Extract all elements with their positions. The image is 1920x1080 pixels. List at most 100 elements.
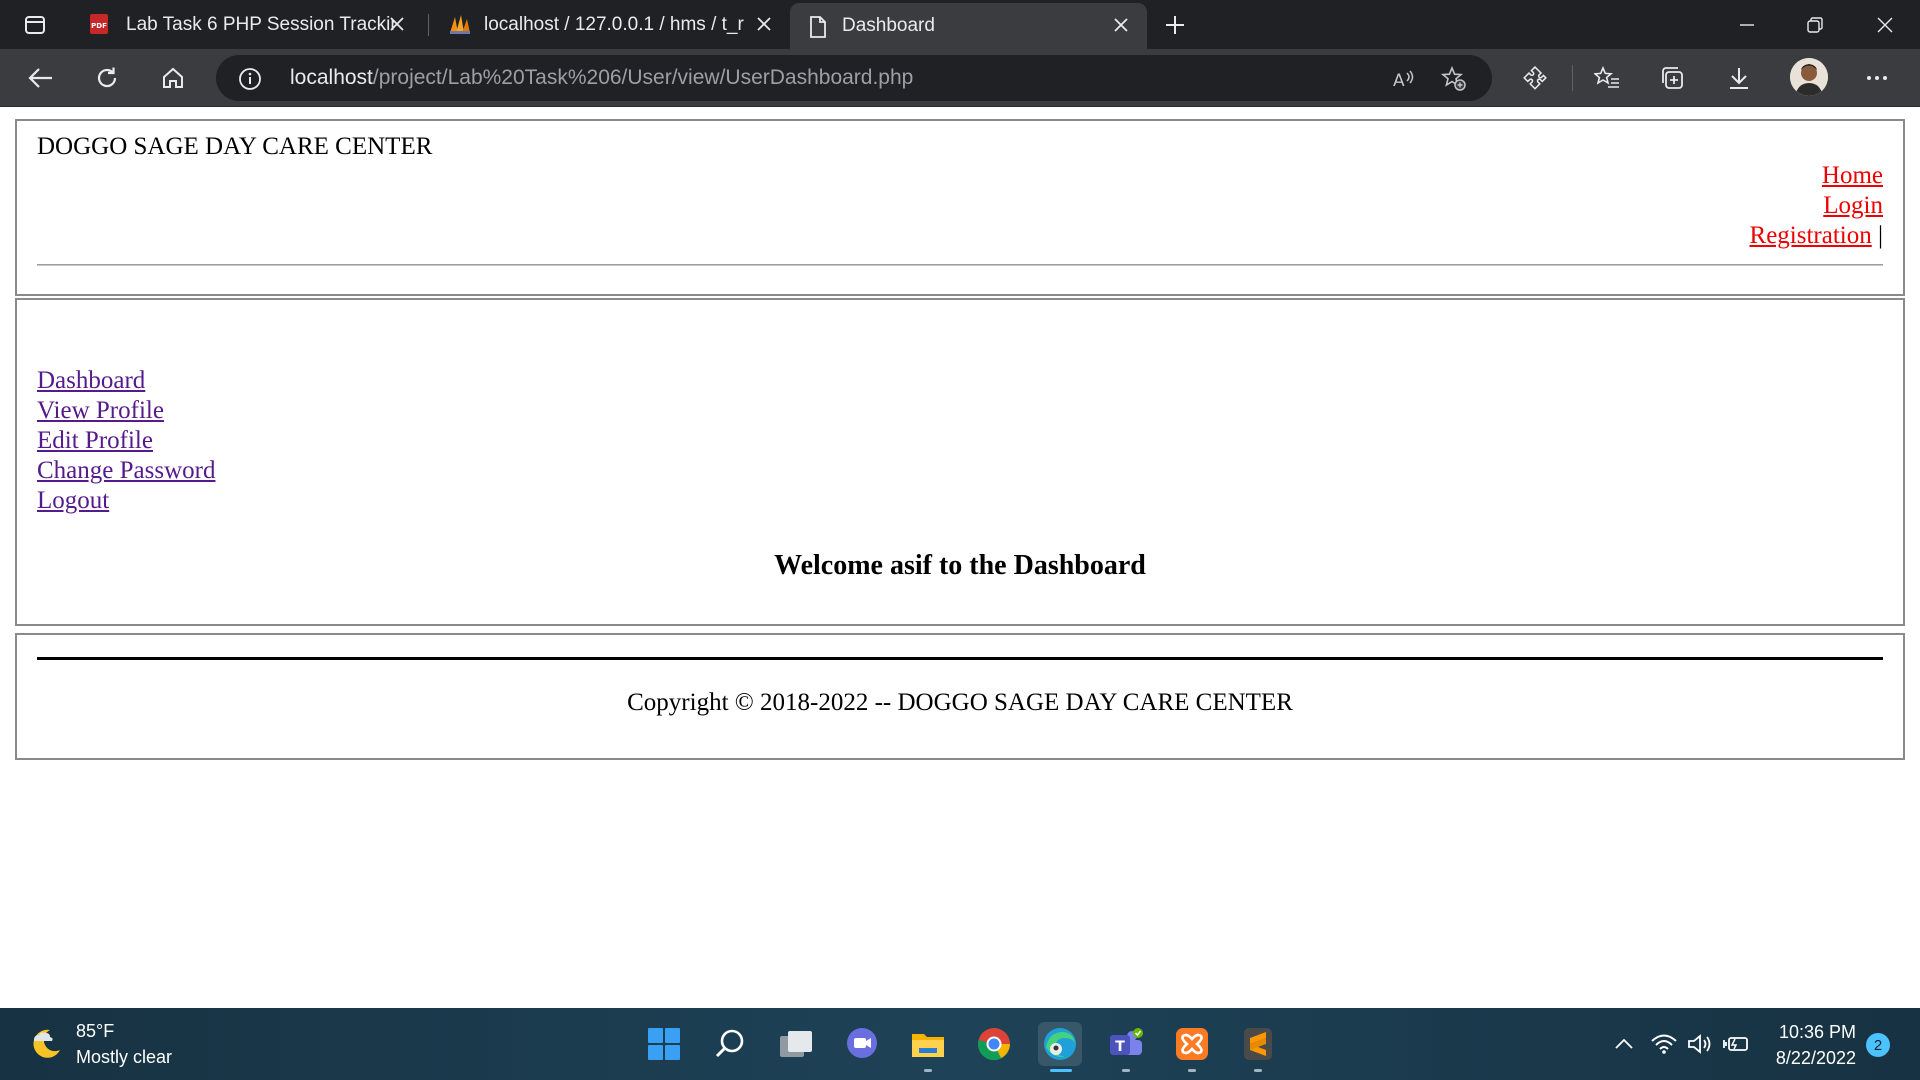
tab-dashboard[interactable]: Dashboard — [790, 3, 1147, 49]
tab-actions-icon — [25, 16, 45, 34]
svg-text:T: T — [1115, 1039, 1125, 1055]
running-indicator — [1122, 1069, 1130, 1072]
battery-icon[interactable] — [1722, 1030, 1750, 1058]
teams-icon: T — [1110, 1028, 1143, 1055]
settings-more-button[interactable] — [1860, 62, 1894, 94]
file-explorer-button[interactable] — [906, 1022, 950, 1072]
weather-temperature[interactable]: 85°F — [76, 1021, 114, 1042]
close-icon[interactable] — [1110, 14, 1132, 36]
tab-actions-button[interactable] — [18, 10, 52, 40]
close-window-button[interactable] — [1852, 0, 1918, 49]
pdf-icon: PDF — [88, 13, 110, 35]
address-bar[interactable]: localhost/project/Lab%20Task%206/User/vi… — [216, 55, 1492, 101]
close-icon[interactable] — [753, 13, 775, 35]
notification-badge[interactable]: 2 — [1866, 1033, 1890, 1057]
refresh-icon — [97, 67, 117, 88]
more-icon — [1867, 76, 1887, 80]
wifi-icon[interactable] — [1650, 1030, 1678, 1058]
tab-phpmyadmin[interactable]: localhost / 127.0.0.1 / hms / t_req — [430, 0, 786, 49]
edge-icon — [1044, 1028, 1076, 1060]
web-page: DOGGO SAGE DAY CARE CENTER Home Login Re… — [0, 108, 1920, 1008]
running-indicator — [924, 1069, 932, 1072]
welcome-heading: Welcome asif to the Dashboard — [774, 550, 1146, 581]
back-arrow-icon — [28, 68, 52, 88]
browser-toolbar: localhost/project/Lab%20Task%206/User/vi… — [0, 49, 1920, 107]
view-profile-link[interactable]: View Profile — [37, 396, 215, 426]
chevron-up-icon[interactable] — [1610, 1030, 1638, 1058]
close-icon — [1877, 17, 1893, 32]
side-nav: Dashboard View Profile Edit Profile Chan… — [37, 366, 215, 516]
clock-date[interactable]: 8/22/2022 — [1776, 1048, 1856, 1069]
page-footer: Copyright © 2018-2022 -- DOGGO SAGE DAY … — [15, 633, 1905, 760]
download-icon — [1730, 68, 1748, 89]
downloads-button[interactable] — [1722, 62, 1756, 94]
xampp-button[interactable] — [1170, 1022, 1214, 1072]
browser-tab-bar: PDF Lab Task 6 PHP Session Tracking loca… — [0, 0, 1920, 49]
weather-moon-icon[interactable] — [28, 1026, 64, 1062]
minimize-icon — [1740, 23, 1754, 26]
refresh-button[interactable] — [90, 62, 124, 94]
dashboard-link[interactable]: Dashboard — [37, 366, 215, 396]
edit-profile-link[interactable]: Edit Profile — [37, 426, 215, 456]
logout-link[interactable]: Logout — [37, 486, 215, 516]
weather-description[interactable]: Mostly clear — [76, 1047, 172, 1068]
tab-pdf[interactable]: PDF Lab Task 6 PHP Session Tracking — [70, 0, 420, 49]
chat-button[interactable] — [840, 1022, 884, 1066]
page-header: DOGGO SAGE DAY CARE CENTER Home Login Re… — [15, 119, 1905, 296]
home-icon — [163, 67, 183, 88]
home-link[interactable]: Home — [1822, 162, 1883, 189]
registration-link[interactable]: Registration — [1750, 222, 1872, 249]
profile-avatar[interactable] — [1790, 58, 1828, 96]
favorites-button[interactable] — [1590, 62, 1624, 94]
header-divider — [37, 264, 1883, 266]
dashboard-body: Dashboard View Profile Edit Profile Chan… — [15, 298, 1905, 626]
task-view-button[interactable] — [774, 1022, 818, 1066]
search-icon — [715, 1029, 744, 1058]
footer-divider — [37, 657, 1883, 660]
add-favorite-icon[interactable] — [1440, 65, 1468, 93]
volume-icon[interactable] — [1686, 1030, 1714, 1058]
xampp-icon — [1176, 1028, 1208, 1060]
restore-button[interactable] — [1782, 0, 1848, 49]
running-indicator — [1254, 1069, 1262, 1072]
minimize-button[interactable] — [1714, 0, 1780, 49]
info-icon[interactable] — [238, 67, 262, 91]
tab-separator — [428, 14, 429, 36]
new-tab-button[interactable] — [1160, 10, 1190, 40]
chrome-button[interactable] — [972, 1022, 1016, 1066]
copyright-text: Copyright © 2018-2022 -- DOGGO SAGE DAY … — [627, 689, 1293, 716]
address-path: /project/Lab%20Task%206/User/view/UserDa… — [372, 66, 914, 89]
toolbar-divider — [1572, 65, 1573, 91]
top-nav: Home Login Registration | — [1750, 161, 1883, 251]
taskbar: 85°F Mostly clear T 10:36 PM 8/22/2022 — [0, 1008, 1920, 1080]
close-icon[interactable] — [386, 13, 408, 35]
address-host: localhost — [290, 66, 373, 89]
search-button[interactable] — [708, 1022, 752, 1066]
edge-button[interactable] — [1038, 1022, 1082, 1072]
teams-button[interactable]: T — [1104, 1022, 1148, 1072]
task-view-icon — [780, 1031, 812, 1057]
svg-text:PDF: PDF — [91, 22, 107, 30]
active-indicator — [1050, 1069, 1072, 1072]
puzzle-icon — [1523, 66, 1547, 90]
phpmyadmin-icon — [448, 13, 470, 35]
back-button[interactable] — [24, 62, 58, 94]
plus-icon — [1166, 16, 1184, 34]
change-password-link[interactable]: Change Password — [37, 456, 215, 486]
address-url[interactable]: localhost/project/Lab%20Task%206/User/vi… — [290, 66, 913, 90]
tab-title: Lab Task 6 PHP Session Tracking — [126, 13, 394, 35]
collections-button[interactable] — [1656, 62, 1690, 94]
extensions-button[interactable] — [1518, 62, 1552, 94]
tab-title: Dashboard — [842, 15, 935, 36]
svg-text:A: A — [1393, 71, 1405, 90]
chat-icon — [847, 1028, 877, 1058]
home-button[interactable] — [156, 62, 190, 94]
running-indicator — [1188, 1069, 1196, 1072]
restore-icon — [1807, 16, 1823, 33]
start-button[interactable] — [642, 1022, 686, 1066]
read-aloud-icon[interactable]: A — [1390, 65, 1418, 93]
login-link[interactable]: Login — [1823, 192, 1883, 219]
clock-time[interactable]: 10:36 PM — [1779, 1022, 1856, 1043]
page-icon — [808, 16, 830, 38]
sublime-text-button[interactable] — [1236, 1022, 1280, 1072]
